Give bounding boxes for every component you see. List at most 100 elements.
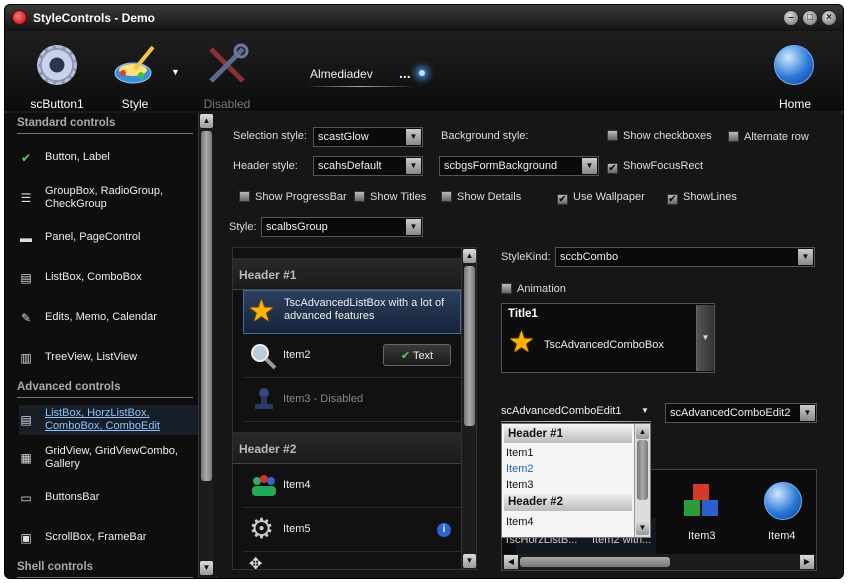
scroll-thumb[interactable] <box>520 557 670 567</box>
checkmark-icon: ✔ <box>400 350 411 362</box>
sidebar-item-button-label[interactable]: ✔ Button, Label <box>19 151 199 165</box>
section-divider <box>17 577 193 578</box>
background-style-combo[interactable]: scbgsFormBackground ▼ <box>439 156 599 176</box>
list-item[interactable]: Item2 ✔ Text <box>243 334 461 378</box>
star-icon: ★ <box>248 295 275 328</box>
alternate-row-check[interactable]: Alternate row <box>728 131 809 143</box>
combo-edit1-value[interactable]: scAdvancedComboEdit1 <box>501 405 621 417</box>
sidebar-item-scrollbox[interactable]: ▣ ScrollBox, FrameBar <box>19 531 199 545</box>
combo-edit1-dropdown[interactable]: Header #1 Item1 Item2 Item3 Header #2 It… <box>501 423 651 538</box>
show-titles-check[interactable]: Show Titles <box>354 191 426 203</box>
list-item[interactable]: ⚙ Item5 i <box>243 508 461 552</box>
glow-dot <box>419 70 425 76</box>
scroll-thumb[interactable] <box>201 131 212 481</box>
show-checkboxes-check[interactable]: Show checkboxes <box>607 130 712 142</box>
disabled-label: Disabled <box>203 97 251 111</box>
scroll-up-arrow-icon[interactable]: ▲ <box>200 114 213 128</box>
scroll-up-arrow-icon[interactable]: ▲ <box>636 425 649 439</box>
style-label: Style <box>121 97 149 111</box>
scroll-right-arrow-icon[interactable]: ▶ <box>800 555 814 569</box>
header-style-combo[interactable]: scahsDefault ▼ <box>313 156 423 176</box>
checkbox-icon <box>239 191 250 202</box>
globe-icon <box>764 482 802 520</box>
dropdown-item[interactable]: Item3 <box>506 479 534 491</box>
list-item[interactable]: Item4 <box>243 464 461 508</box>
combo-edit2[interactable]: scAdvancedComboEdit2 ▼ <box>665 403 817 423</box>
hlist-scrollbar[interactable]: ◀ ▶ <box>502 554 816 570</box>
scbutton1-button[interactable]: scButton1 <box>27 37 87 113</box>
maximize-button[interactable]: □ <box>802 10 818 26</box>
scroll-down-arrow-icon[interactable]: ▼ <box>636 521 649 535</box>
chevron-down-icon[interactable]: ▼ <box>696 305 714 371</box>
show-lines-check[interactable]: ✔ ShowLines <box>667 191 737 205</box>
stylekind-combo[interactable]: sccbCombo ▼ <box>555 247 815 267</box>
style-label: Style: <box>229 221 257 233</box>
sidebar-item-label: GroupBox, RadioGroup, CheckGroup <box>45 185 164 210</box>
sidebar-item-label: ButtonsBar <box>45 491 100 503</box>
selection-style-combo[interactable]: scastGlow ▼ <box>313 127 423 147</box>
use-wallpaper-check[interactable]: ✔ Use Wallpaper <box>557 191 645 205</box>
show-details-check[interactable]: Show Details <box>441 191 521 203</box>
show-details-label: Show Details <box>457 191 522 203</box>
close-button[interactable]: × <box>821 10 837 26</box>
checkbox-icon <box>728 131 739 142</box>
scroll-left-arrow-icon[interactable]: ◀ <box>504 555 518 569</box>
chevron-down-icon: ▼ <box>406 219 421 235</box>
arrows-icon: ✥ <box>249 556 263 570</box>
sidebar-item-label: ListBox, ComboBox <box>45 271 142 283</box>
dropdown-scrollbar[interactable]: ▲ ▼ <box>634 424 650 537</box>
show-checkboxes-label: Show checkboxes <box>623 130 712 142</box>
dropdown-item[interactable]: Item4 <box>506 516 534 528</box>
buttonsbar-icon: ▭ <box>20 491 32 505</box>
scroll-thumb[interactable] <box>464 266 475 426</box>
show-progressbar-check[interactable]: Show ProgressBar <box>239 191 347 203</box>
scroll-thumb[interactable] <box>637 440 648 500</box>
sidebar-item-panel[interactable]: ▬ Panel, PageControl <box>19 231 199 245</box>
sidebar-item-gridview[interactable]: ▦ GridView, GridViewCombo, Gallery <box>19 445 199 473</box>
text-button-label: Text <box>412 350 434 362</box>
home-button[interactable]: Home <box>765 37 825 113</box>
hlist-item-label[interactable]: Item3 <box>688 530 716 542</box>
hlist-item-label[interactable]: Item4 <box>768 530 796 542</box>
scbutton1-label: scButton1 <box>30 97 84 111</box>
sidebar-item-buttonsbar[interactable]: ▭ ButtonsBar <box>19 491 199 505</box>
scroll-down-arrow-icon[interactable]: ▼ <box>463 554 476 568</box>
sidebar: Standard controls ✔ Button, Label ☰ Grou… <box>5 113 215 578</box>
sidebar-item-groupbox[interactable]: ☰ GroupBox, RadioGroup, CheckGroup <box>19 185 199 213</box>
animation-check[interactable]: Animation <box>501 283 566 295</box>
list-item-label: Item3 - Disabled <box>283 393 364 405</box>
list-item-label: Item4 <box>283 479 311 491</box>
sidebar-item-edits[interactable]: ✎ Edits, Memo, Calendar <box>19 311 199 325</box>
sidebar-item-treeview[interactable]: ▥ TreeView, ListView <box>19 351 199 365</box>
list-item: Item3 - Disabled <box>243 378 461 422</box>
show-focus-rect-check[interactable]: ✔ ShowFocusRect <box>607 160 703 174</box>
listbox-scrollbar[interactable]: ▲ ▼ <box>461 248 476 569</box>
sidebar-item-listbox[interactable]: ▤ ListBox, ComboBox <box>19 271 199 285</box>
user-menu-ellipsis[interactable]: ... <box>399 65 411 81</box>
combo-edit2-value: scAdvancedComboEdit2 <box>670 407 791 419</box>
sidebar-item-advanced-listbox[interactable]: ▤ ListBox, HorzListBox, ComboBox, ComboE… <box>19 405 199 435</box>
info-icon[interactable]: i <box>437 523 451 537</box>
dropdown-item-selected[interactable]: Item2 <box>506 463 534 475</box>
scroll-down-arrow-icon[interactable]: ▼ <box>200 561 213 575</box>
sidebar-item-label: ScrollBox, FrameBar <box>45 531 147 543</box>
style-button[interactable]: ▼ Style <box>105 37 180 113</box>
sidebar-scrollbar[interactable]: ▲ ▼ <box>198 113 214 578</box>
minimize-button[interactable]: – <box>783 10 799 26</box>
sidebar-item-label: TreeView, ListView <box>45 351 138 363</box>
list-item[interactable]: ★ TscAdvancedListBox with a lot of advan… <box>243 290 461 334</box>
style-combo[interactable]: scalbsGroup ▼ <box>261 217 423 237</box>
list-icon: ☰ <box>20 191 32 205</box>
title-bar: StyleControls - Demo – □ × <box>5 5 843 31</box>
advanced-listbox[interactable]: Header #1 ★ TscAdvancedListBox with a lo… <box>232 247 477 570</box>
combo-edit1-arrow-icon[interactable]: ▼ <box>641 406 649 415</box>
text-button[interactable]: ✔ Text <box>383 344 451 366</box>
style-dropdown-arrow-icon[interactable]: ▼ <box>171 67 180 77</box>
section-divider <box>17 397 193 398</box>
home-label: Home <box>778 97 811 111</box>
treeview-icon: ▥ <box>20 351 32 365</box>
selection-style-value: scastGlow <box>318 131 369 143</box>
advanced-combobox[interactable]: Title1 ★ TscAdvancedComboBox ▼ <box>501 303 715 373</box>
dropdown-item[interactable]: Item1 <box>506 447 534 459</box>
scroll-up-arrow-icon[interactable]: ▲ <box>463 249 476 263</box>
